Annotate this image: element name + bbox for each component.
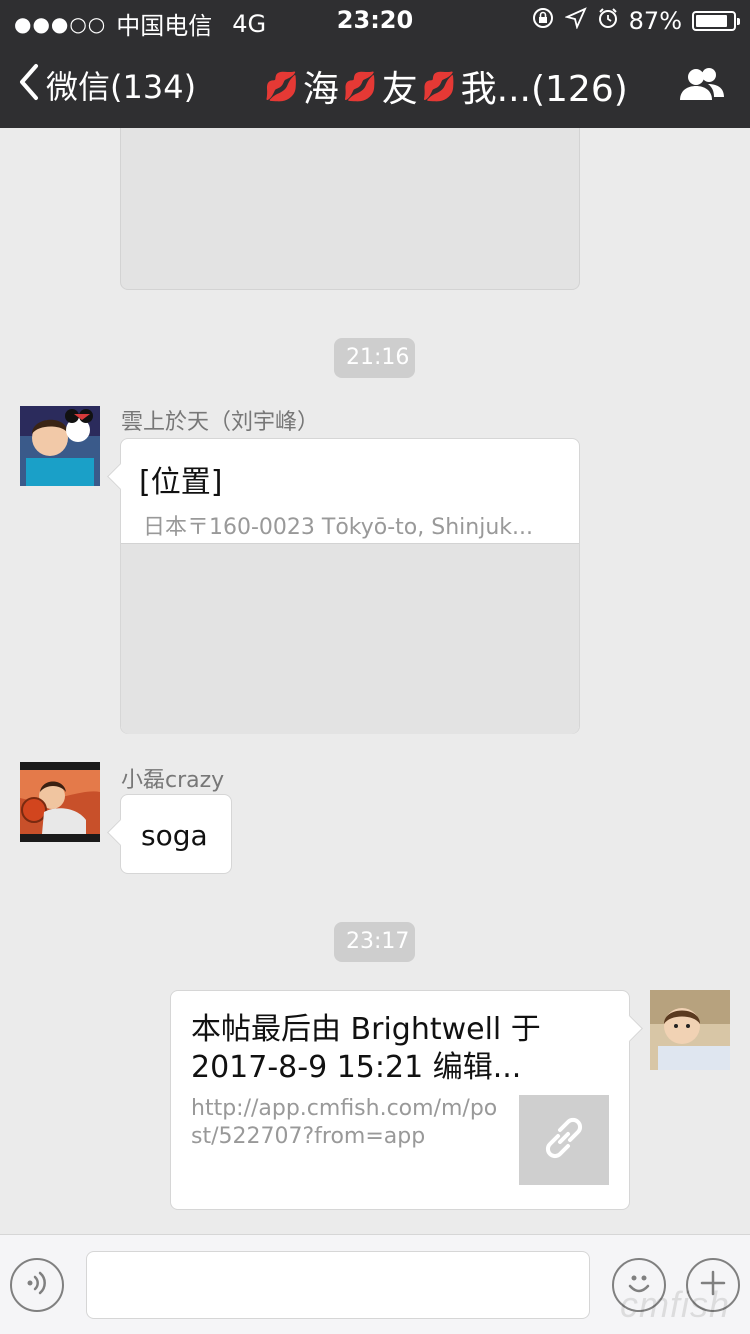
message-text: soga — [141, 819, 208, 852]
title-part-3: 我...(126) — [460, 69, 628, 110]
avatar[interactable] — [650, 990, 730, 1070]
smiley-icon — [622, 1266, 656, 1304]
voice-icon — [22, 1268, 52, 1302]
location-map-preview[interactable] — [121, 543, 579, 734]
kiss-icon: 💋 — [264, 69, 299, 103]
battery-percent: 87% — [628, 7, 682, 35]
voice-button[interactable] — [10, 1258, 64, 1312]
location-address: 日本〒160-0023 Tōkyō-to, Shinjuk... — [143, 515, 533, 540]
chat-area[interactable]: 21:16 雲上於天（刘宇峰） [位置] 日本〒160-0023 Tōkyō-t… — [0, 128, 750, 1234]
chevron-left-icon — [18, 63, 40, 108]
alarm-icon — [597, 7, 619, 35]
link-title: 本帖最后由 Brightwell 于 2017-8-9 15:21 编辑... — [191, 1012, 541, 1085]
group-members-icon[interactable] — [678, 66, 726, 102]
more-button[interactable] — [686, 1258, 740, 1312]
text-message[interactable]: soga — [120, 794, 232, 874]
kiss-icon: 💋 — [342, 69, 378, 103]
status-bar: ●●●○○ 中国电信 4G 23:20 87% — [0, 0, 750, 40]
avatar[interactable] — [20, 406, 100, 486]
plus-icon — [698, 1268, 728, 1302]
location-message[interactable]: [位置] 日本〒160-0023 Tōkyō-to, Shinjuk... — [120, 438, 580, 734]
map-preview[interactable] — [120, 128, 580, 290]
message-input[interactable] — [86, 1251, 590, 1319]
nav-bar: 微信(134) 💋 海 💋 友 💋 我...(126) — [0, 40, 750, 128]
chat-title: 💋 海 💋 友 💋 我...(126) — [260, 60, 628, 112]
link-url: http://app.cmfish.com/m/post/522707?from… — [191, 1096, 498, 1149]
kiss-icon: 💋 — [421, 69, 457, 103]
rotation-lock-icon — [531, 6, 555, 36]
link-icon — [538, 1112, 590, 1168]
title-part-2: 友 — [381, 69, 418, 110]
location-label: [位置] — [139, 465, 223, 500]
sender-name: 雲上於天（刘宇峰） — [121, 410, 320, 435]
link-thumbnail — [519, 1095, 609, 1185]
battery-icon — [692, 11, 740, 31]
timestamp: 21:16 — [334, 338, 415, 378]
sender-name: 小磊crazy — [121, 768, 225, 793]
status-right: 87% — [531, 6, 740, 36]
link-message[interactable]: 本帖最后由 Brightwell 于 2017-8-9 15:21 编辑... … — [170, 990, 630, 1210]
avatar[interactable] — [20, 762, 100, 842]
input-bar: cmfish — [0, 1234, 750, 1334]
battery-level — [696, 15, 727, 27]
location-arrow-icon — [563, 7, 587, 35]
emoji-button[interactable] — [612, 1258, 666, 1312]
title-part-1: 海 — [302, 69, 339, 110]
back-label: 微信(134) — [46, 68, 197, 106]
timestamp: 23:17 — [334, 922, 415, 962]
back-button[interactable]: 微信(134) — [18, 62, 196, 108]
